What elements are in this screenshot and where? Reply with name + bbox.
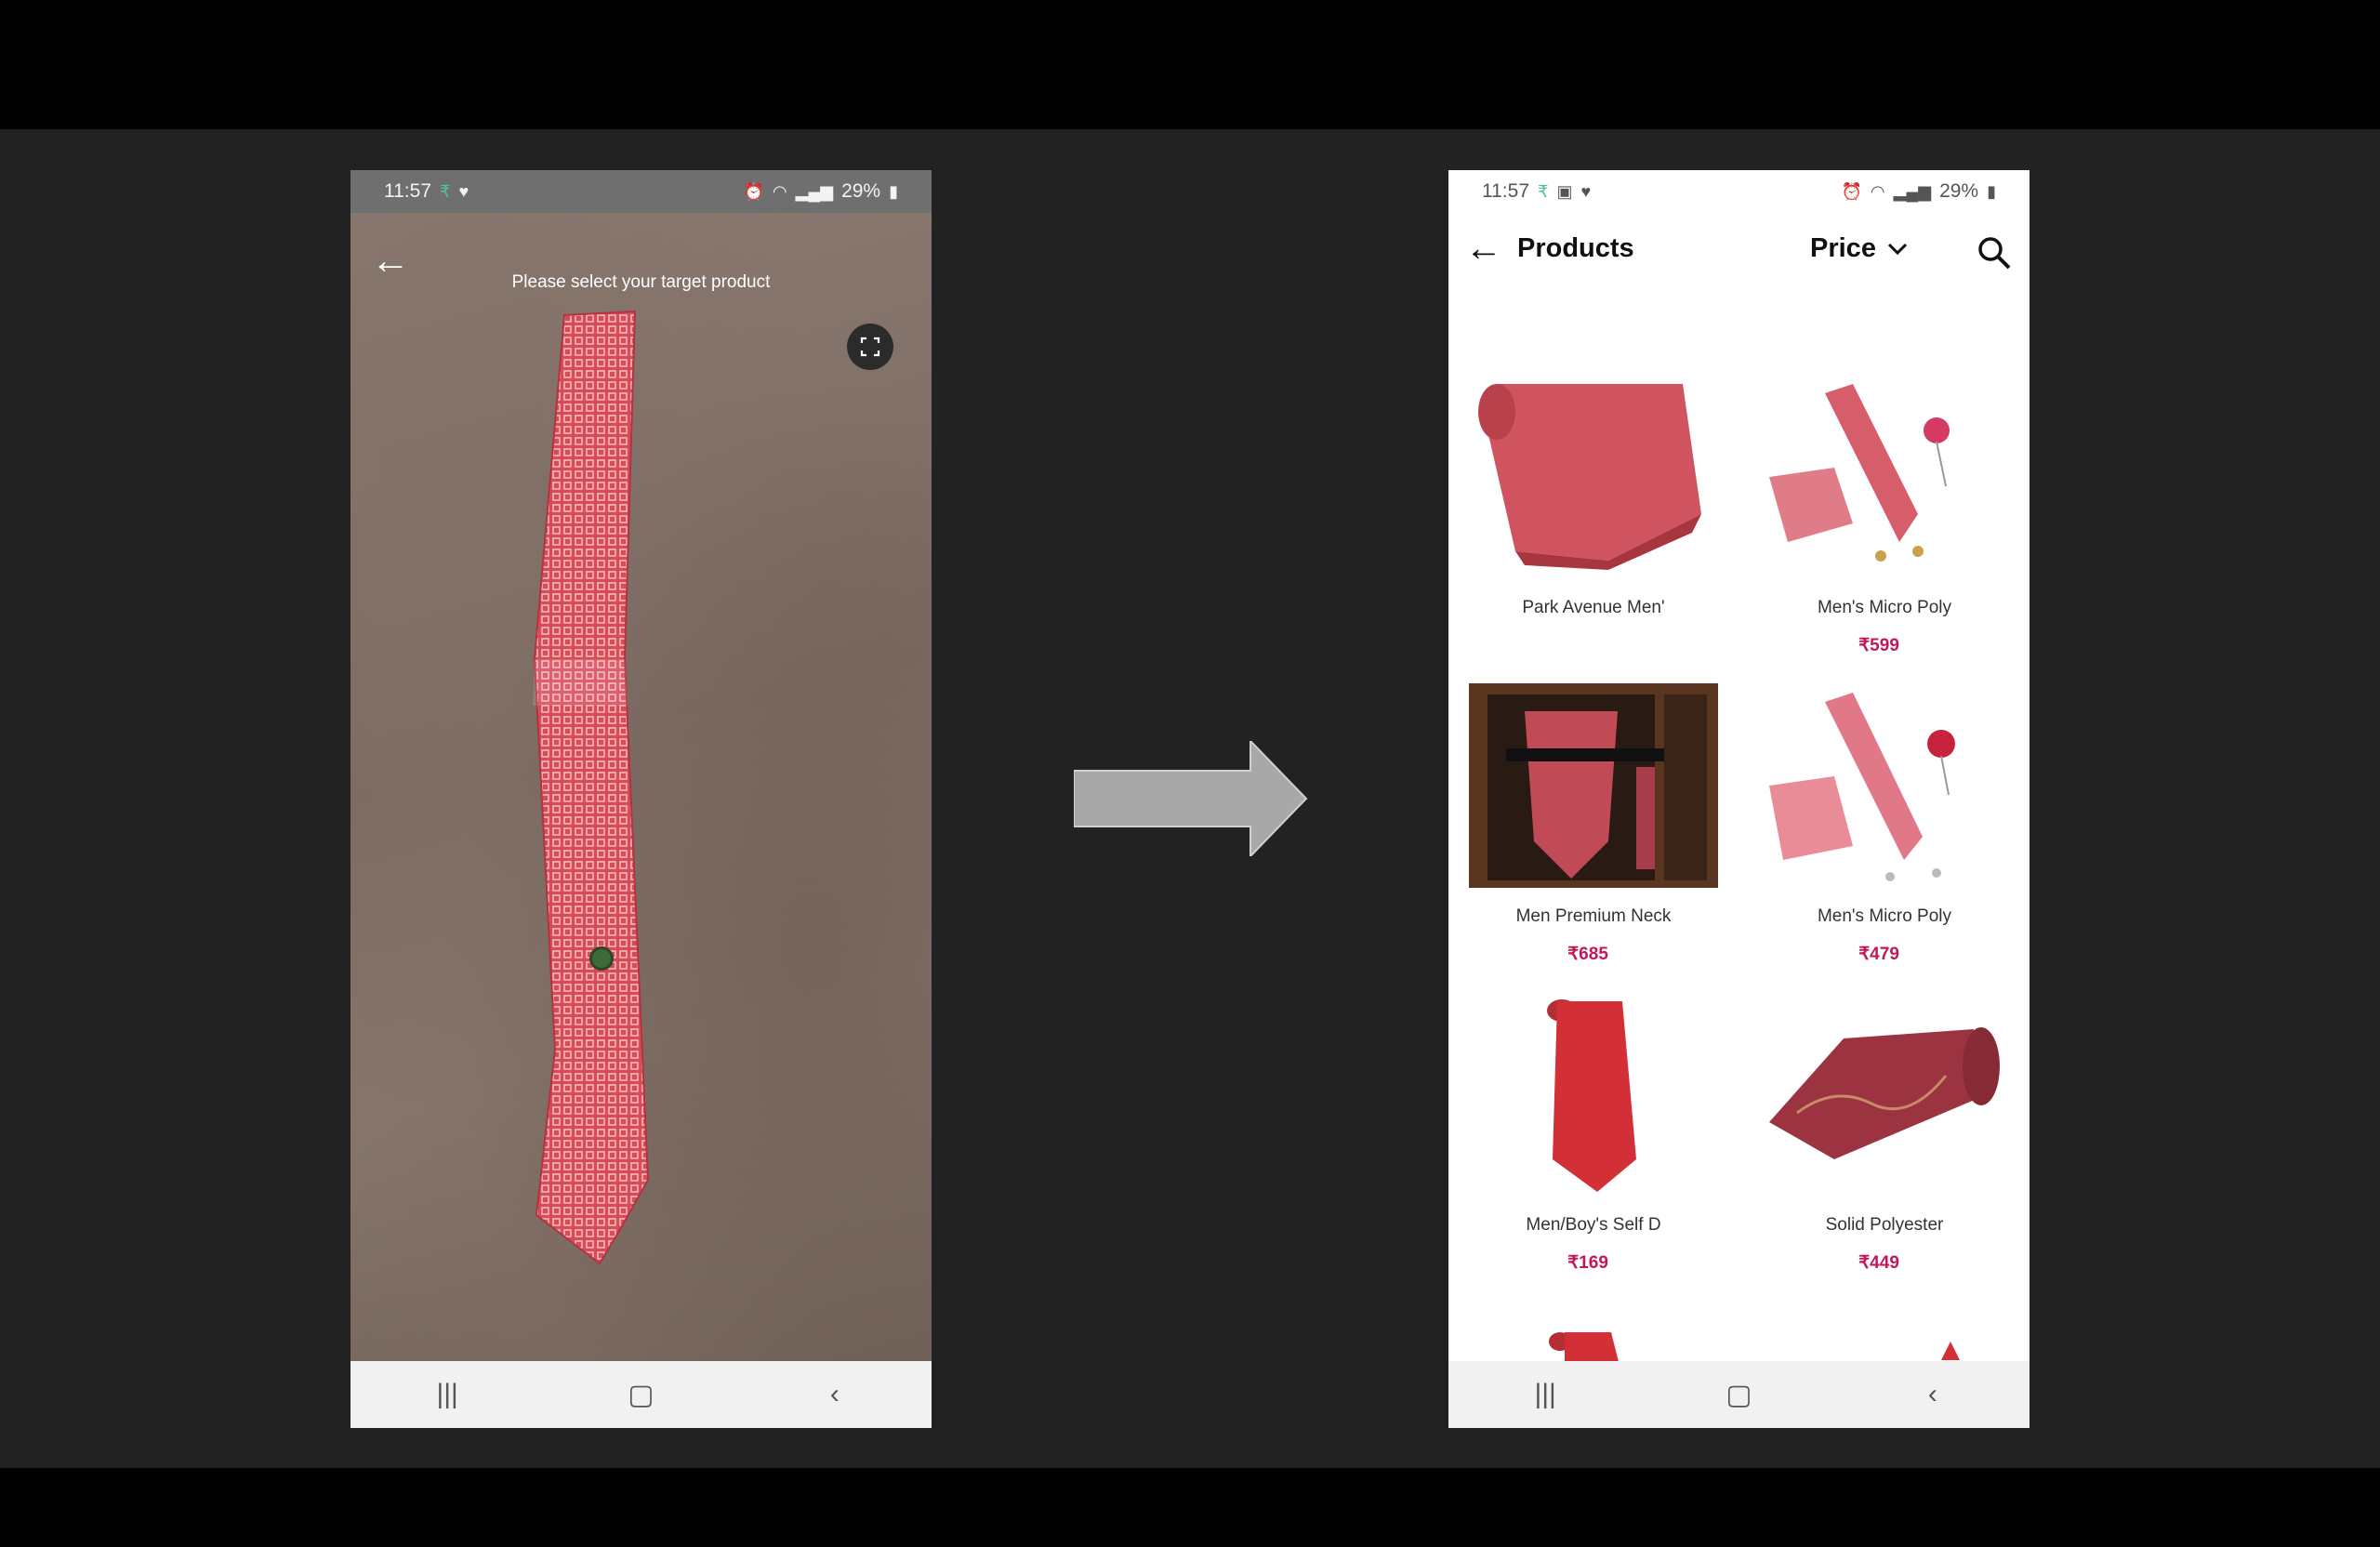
battery-level: 29% <box>1939 180 1979 202</box>
camera-screen: 11:57 ₹ ♥ ⏰ ◠ ▂▄▆ 29% ▮ ← Please select … <box>350 170 932 1428</box>
status-time: 11:57 <box>1482 180 1529 202</box>
camera-preview[interactable]: ← Please select your target product <box>350 213 932 1361</box>
home-icon[interactable]: ▢ <box>613 1379 668 1411</box>
product-image-partial <box>1941 1342 1960 1360</box>
recent-apps-icon[interactable]: ||| <box>1517 1379 1573 1410</box>
back-arrow-icon[interactable]: ← <box>1465 228 1502 270</box>
alarm-icon: ⏰ <box>743 182 764 201</box>
product-card[interactable]: Men's Micro Poly ₹479 <box>1739 683 2030 990</box>
product-card[interactable]: Park Avenue Men' <box>1448 375 1739 681</box>
rupee-icon: ₹ <box>1538 182 1549 201</box>
expand-icon[interactable] <box>847 324 893 370</box>
battery-icon: ▮ <box>1987 182 1996 201</box>
sort-dropdown[interactable]: Price <box>1810 233 1908 264</box>
selection-point[interactable] <box>589 946 614 971</box>
status-bar: 11:57 ₹ ♥ ⏰ ◠ ▂▄▆ 29% ▮ <box>350 170 932 213</box>
heart-icon: ♥ <box>458 182 469 201</box>
signal-icon: ▂▄▆ <box>1893 182 1932 201</box>
products-screen: 11:57 ₹ ▣ ♥ ⏰ ◠ ▂▄▆ 29% ▮ ← Products Pri… <box>1448 170 2030 1428</box>
recent-apps-icon[interactable]: ||| <box>419 1379 475 1410</box>
status-time: 11:57 <box>384 180 431 202</box>
product-image <box>1478 384 1701 570</box>
page-title: Products <box>1517 233 1634 263</box>
battery-icon: ▮ <box>889 182 898 201</box>
product-image <box>1547 999 1636 1192</box>
transition-arrow <box>1074 741 1308 856</box>
product-price: ₹169 <box>1567 1253 1608 1273</box>
product-price: ₹449 <box>1858 1253 1899 1273</box>
product-card[interactable]: Solid Polyester ₹449 <box>1739 992 2030 1299</box>
tie-photo <box>533 310 650 1265</box>
product-image <box>1769 693 1955 881</box>
product-name: Men's Micro Poly <box>1817 906 1952 926</box>
status-bar: 11:57 ₹ ▣ ♥ ⏰ ◠ ▂▄▆ 29% ▮ <box>1448 170 2030 213</box>
product-price: ₹599 <box>1858 636 1899 655</box>
rupee-icon: ₹ <box>440 182 451 201</box>
battery-level: 29% <box>841 180 881 202</box>
wifi-icon: ◠ <box>772 182 787 201</box>
alarm-icon: ⏰ <box>1841 182 1862 201</box>
image-icon: ▣ <box>1556 182 1573 201</box>
product-name: Men Premium Neck <box>1515 906 1672 926</box>
instruction-text: Please select your target product <box>511 272 771 292</box>
wifi-icon: ◠ <box>1870 182 1885 201</box>
product-image <box>1769 1027 2000 1159</box>
app-bar: ← Products Price <box>1448 213 2030 287</box>
product-card[interactable]: Men/Boy's Self D ₹169 <box>1448 992 1739 1299</box>
product-card[interactable]: Men Premium Neck ₹685 <box>1448 683 1739 990</box>
product-name: Solid Polyester <box>1825 1215 1944 1235</box>
search-icon[interactable] <box>1977 235 2012 271</box>
product-price: ₹479 <box>1858 945 1899 964</box>
nav-bar: ||| ▢ ‹ <box>350 1361 932 1428</box>
back-icon[interactable]: ‹ <box>1905 1379 1961 1410</box>
heart-icon: ♥ <box>1580 182 1592 201</box>
product-card[interactable]: Men's Micro Poly ₹599 <box>1739 375 2030 681</box>
product-image <box>1769 384 1950 562</box>
product-name: Park Avenue Men' <box>1522 598 1665 617</box>
nav-bar: ||| ▢ ‹ <box>1448 1361 2030 1428</box>
signal-icon: ▂▄▆ <box>795 182 834 201</box>
home-icon[interactable]: ▢ <box>1711 1379 1766 1411</box>
product-image <box>1469 683 1718 888</box>
product-price: ₹685 <box>1567 945 1608 964</box>
back-icon[interactable]: ‹ <box>807 1379 863 1410</box>
product-name: Men/Boy's Self D <box>1526 1215 1661 1235</box>
chevron-down-icon <box>1887 243 1908 255</box>
product-image-partial <box>1549 1332 1620 1369</box>
product-name: Men's Micro Poly <box>1817 598 1952 617</box>
sort-label: Price <box>1810 233 1876 263</box>
